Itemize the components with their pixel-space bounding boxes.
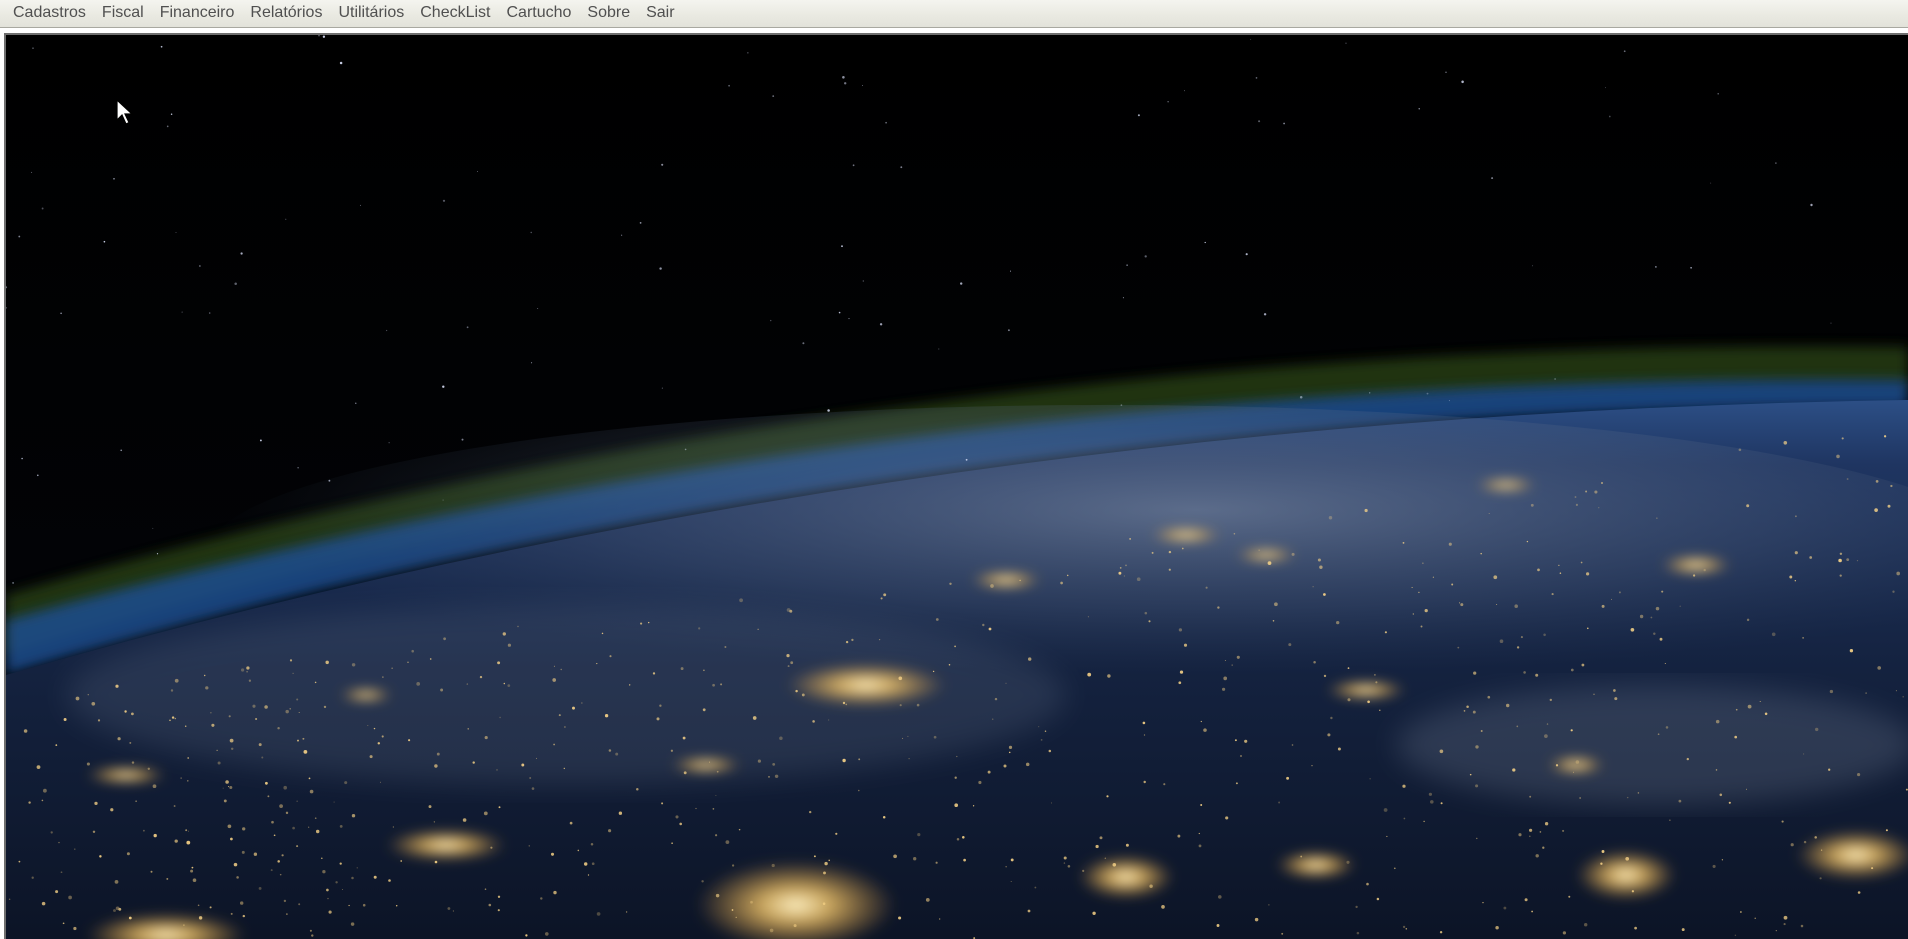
menu-sobre[interactable]: Sobre xyxy=(579,0,638,27)
menu-financeiro[interactable]: Financeiro xyxy=(152,0,243,27)
menu-relatorios[interactable]: Relatórios xyxy=(242,0,330,27)
mdi-workspace xyxy=(0,28,1908,939)
menu-cartucho[interactable]: Cartucho xyxy=(498,0,579,27)
mdi-client-area xyxy=(4,33,1908,939)
earth-at-night-wallpaper xyxy=(6,35,1908,939)
menu-checklist[interactable]: CheckList xyxy=(412,0,498,27)
menu-cadastros[interactable]: Cadastros xyxy=(5,0,94,27)
menu-fiscal[interactable]: Fiscal xyxy=(94,0,152,27)
menu-utilitarios[interactable]: Utilitários xyxy=(330,0,412,27)
application-window: Cadastros Fiscal Financeiro Relatórios U… xyxy=(0,0,1908,939)
menu-sair[interactable]: Sair xyxy=(638,0,682,27)
menu-bar: Cadastros Fiscal Financeiro Relatórios U… xyxy=(0,0,1908,28)
